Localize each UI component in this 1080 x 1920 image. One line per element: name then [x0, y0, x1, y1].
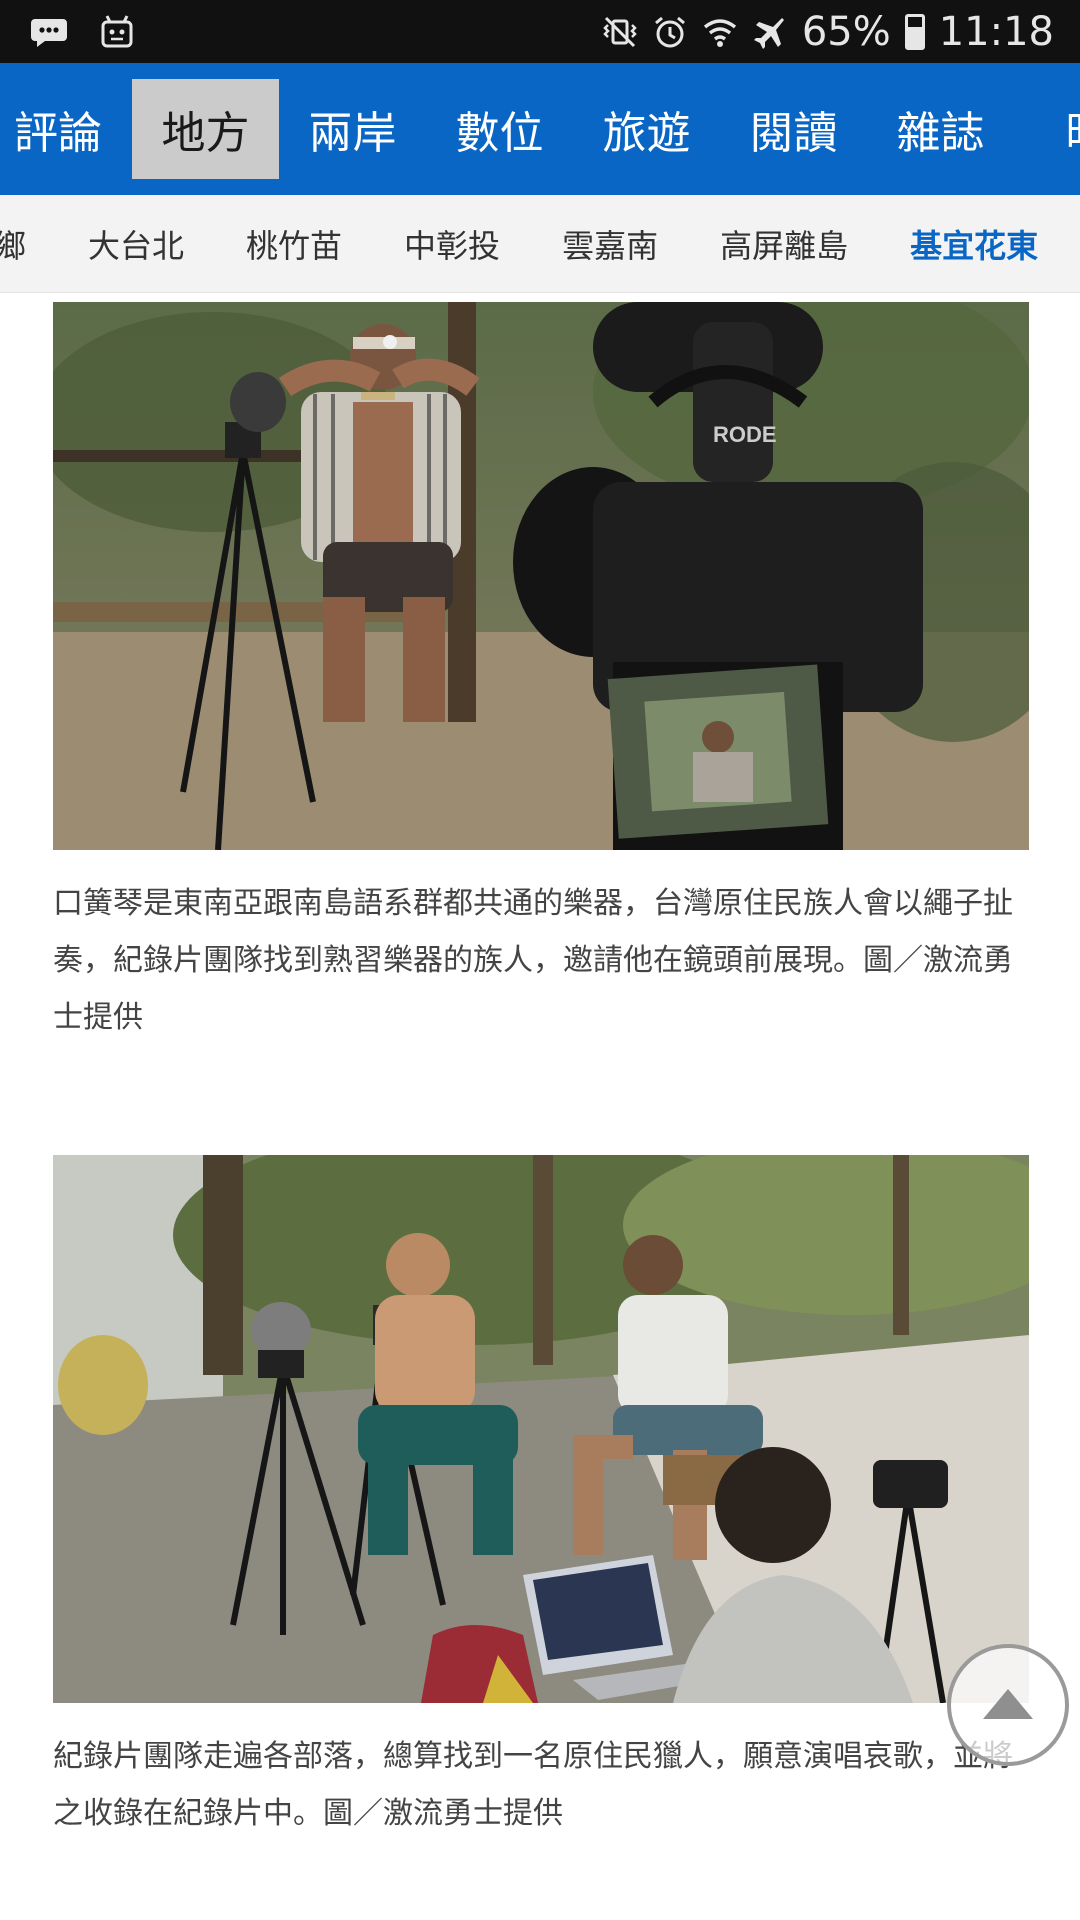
android-robot-icon: [101, 15, 133, 48]
photo1-caption: 口簧琴是東南亞跟南島語系群都共通的樂器，台灣原住民族人會以繩子扯奏，紀錄片團隊找…: [53, 886, 1013, 1035]
tab-reading[interactable]: 閱讀: [720, 63, 867, 195]
tab-local[interactable]: 地方: [132, 63, 279, 195]
vibrate-mute-icon: [603, 16, 637, 47]
photo2-caption: 紀錄片團隊走遍各部落，總算找到一名原住民獵人，願意演唱哀歌，並將之收錄在紀錄片中…: [53, 1739, 1013, 1831]
tab-cross-strait[interactable]: 兩岸: [279, 63, 426, 195]
region-sub-bar: 鄉 大台北 桃竹苗 中彰投 雲嘉南 高屏離島 基宜花東: [0, 195, 1080, 293]
subtab-greater-taipei[interactable]: 大台北: [88, 221, 184, 267]
subtab-partial-prev[interactable]: 鄉: [0, 221, 26, 267]
tab-comment[interactable]: 評論: [0, 63, 132, 195]
tab-travel[interactable]: 旅遊: [573, 63, 720, 195]
arrow-up-icon: [983, 1689, 1033, 1719]
airplane-icon: [753, 17, 784, 49]
subtab-taichung-changhua-nantou[interactable]: 中彰投: [404, 221, 500, 267]
chat-bubble-icon: [31, 19, 67, 47]
subtab-yunlin-chiayi-tainan[interactable]: 雲嘉南: [562, 221, 658, 267]
camera-brand-label: RODE: [713, 422, 777, 447]
article-photo-hunter-interview: [53, 1155, 1029, 1703]
battery-level: [907, 27, 922, 47]
tab-digital[interactable]: 數位: [426, 63, 573, 195]
clock: 11:18: [938, 8, 1054, 55]
wifi-icon: [703, 18, 736, 47]
back-to-top-button[interactable]: [947, 1644, 1069, 1766]
subtab-taoyuan-hsinchu-miaoli[interactable]: 桃竹苗: [246, 221, 342, 267]
battery-icon: [904, 13, 925, 50]
battery-percent: 65%: [801, 8, 891, 55]
status-bar: 65% 11:18: [0, 0, 1080, 63]
tab-partial-next[interactable]: 時: [1014, 63, 1080, 195]
subtab-keelung-yilan-hualien-taitung[interactable]: 基宜花東: [910, 221, 1038, 267]
subtab-kaohsiung-pingtung-islands[interactable]: 高屏離島: [720, 221, 848, 267]
article-photo-jaw-harp: RODE: [53, 302, 1029, 850]
main-category-bar: 評論 地方 兩岸 數位 旅遊 閱讀 雜誌 時: [0, 63, 1080, 195]
alarm-icon: [654, 16, 685, 47]
tab-magazine[interactable]: 雜誌: [867, 63, 1014, 195]
